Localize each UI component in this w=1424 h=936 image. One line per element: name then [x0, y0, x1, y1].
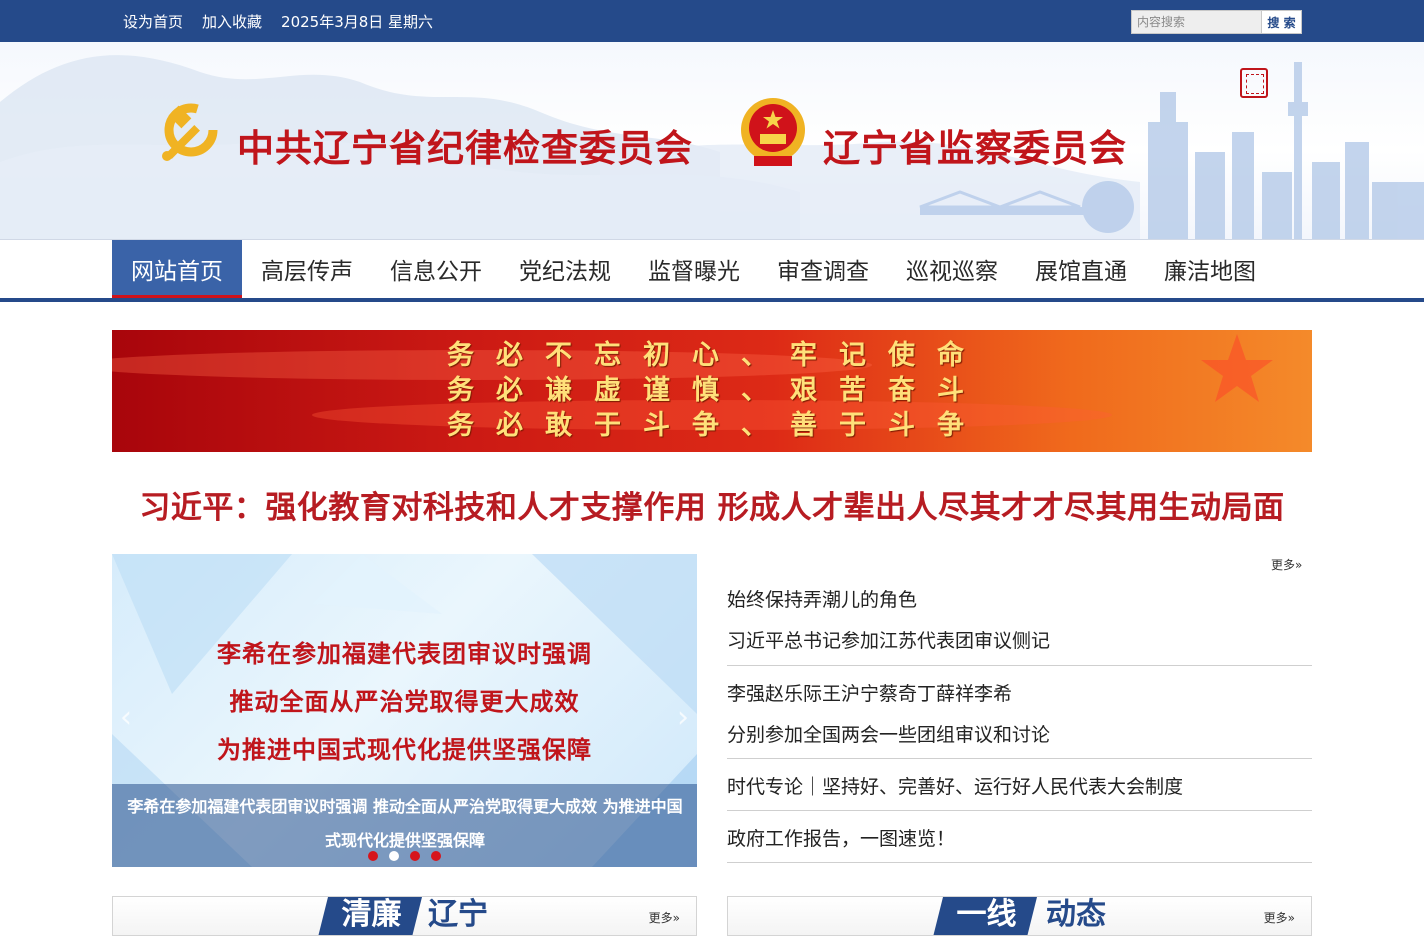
section-frontline-news: 一线 动态 更多»	[727, 896, 1312, 936]
section-tag: 一线	[933, 897, 1037, 935]
slogan-line-2: 务必谦虚谨慎、艰苦奋斗	[447, 375, 986, 406]
news-group: 李强赵乐际王沪宁蔡奇丁薛祥李希 分别参加全国两会一些团组审议和讨论	[727, 666, 1312, 759]
nav-item[interactable]: 党纪法规	[501, 240, 629, 298]
supervision-commission-title: 辽宁省监察委员会	[823, 126, 1127, 170]
news-group: 始终保持弄潮儿的角色 习近平总书记参加江苏代表团审议侧记	[727, 578, 1312, 666]
nav-item[interactable]: 廉洁地图	[1146, 240, 1274, 298]
national-emblem-icon	[741, 98, 805, 166]
top-links: 设为首页 加入收藏 2025年3月8日 星期六	[123, 0, 433, 42]
news-item[interactable]: 时代专论｜坚持好、完善好、运行好人民代表大会制度	[727, 765, 1312, 806]
section-qinglian-liaoning: 清廉 辽宁 更多»	[112, 896, 697, 936]
nav-item[interactable]: 巡视巡察	[888, 240, 1016, 298]
search-input[interactable]	[1131, 10, 1262, 34]
section-title: 辽宁	[428, 897, 488, 932]
news-item[interactable]: 始终保持弄潮儿的角色	[727, 578, 1312, 619]
section-tag: 清廉	[318, 897, 422, 935]
slide-caption[interactable]: 李希在参加福建代表团审议时强调 推动全面从严治党取得更大成效 为推进中国式现代化…	[120, 790, 690, 858]
news-item[interactable]: 习近平总书记参加江苏代表团审议侧记	[727, 619, 1312, 660]
carousel-dots	[368, 851, 441, 861]
news-item[interactable]: 分别参加全国两会一些团组审议和讨论	[727, 713, 1312, 754]
slide-line-2: 推动全面从严治党取得更大成效	[229, 687, 580, 716]
slide-line-3: 为推进中国式现代化提供坚强保障	[217, 735, 592, 764]
slogan-line-1: 务必不忘初心、牢记使命	[447, 340, 986, 371]
site-header: 中共辽宁省纪律检查委员会 辽宁省监察委员会	[0, 42, 1424, 240]
current-date: 2025年3月8日 星期六	[281, 12, 434, 31]
section-more-link[interactable]: 更多»	[1264, 909, 1295, 926]
carousel-next-icon[interactable]: ›	[677, 700, 689, 735]
carousel-prev-icon[interactable]: ‹	[120, 700, 132, 735]
carousel-dot[interactable]	[431, 851, 441, 861]
main-nav: 网站首页 高层传声 信息公开 党纪法规 监督曝光 审查调查 巡视巡察 展馆直通 廉洁地图	[0, 240, 1424, 302]
slide-headline: 李希在参加福建代表团审议时强调 推动全面从严治党取得更大成效 为推进中国式现代化…	[112, 630, 697, 774]
news-item[interactable]: 李强赵乐际王沪宁蔡奇丁薛祥李希	[727, 672, 1312, 713]
search-button[interactable]: 搜 索	[1262, 10, 1302, 34]
nav-item[interactable]: 高层传声	[243, 240, 371, 298]
section-more-link[interactable]: 更多»	[649, 909, 680, 926]
news-item[interactable]: 政府工作报告，一图速览！	[727, 817, 1312, 858]
party-emblem-icon	[162, 103, 218, 161]
add-favorite-link[interactable]: 加入收藏	[202, 11, 262, 32]
slogan-lines: 务必不忘初心、牢记使命 务必谦虚谨慎、艰苦奋斗 务必敢于斗争、善于斗争	[447, 338, 986, 443]
seal-stamp	[1240, 68, 1268, 98]
news-group: 政府工作报告，一图速览！	[727, 811, 1312, 863]
slide-line-1: 李希在参加福建代表团审议时强调	[217, 639, 592, 668]
search-box: 搜 索	[1131, 10, 1302, 34]
nav-item[interactable]: 监督曝光	[630, 240, 758, 298]
nav-item[interactable]: 审查调查	[759, 240, 887, 298]
headline-link[interactable]: 习近平：强化教育对科技和人才支撑作用 形成人才辈出人尽其才才尽其用生动局面	[112, 482, 1312, 527]
nav-list: 网站首页 高层传声 信息公开 党纪法规 监督曝光 审查调查 巡视巡察 展馆直通 廉洁地图	[112, 240, 1275, 298]
slogan-banner[interactable]: 务必不忘初心、牢记使命 务必谦虚谨慎、艰苦奋斗 务必敢于斗争、善于斗争	[112, 330, 1312, 452]
star-decoration-icon	[1201, 334, 1273, 402]
slogan-line-3: 务必敢于斗争、善于斗争	[447, 410, 986, 441]
carousel-dot[interactable]	[368, 851, 378, 861]
news-group: 时代专论｜坚持好、完善好、运行好人民代表大会制度	[727, 759, 1312, 811]
nav-item[interactable]: 网站首页	[112, 240, 242, 298]
party-committee-title: 中共辽宁省纪律检查委员会	[237, 126, 693, 170]
carousel-dot[interactable]	[410, 851, 420, 861]
nav-item[interactable]: 信息公开	[372, 240, 500, 298]
top-bar: 设为首页 加入收藏 2025年3月8日 星期六 搜 索	[0, 0, 1424, 42]
set-home-link[interactable]: 设为首页	[123, 11, 183, 32]
section-title: 动态	[1046, 897, 1106, 932]
news-more-link[interactable]: 更多»	[1271, 556, 1302, 573]
news-carousel[interactable]: 李希在参加福建代表团审议时强调 推动全面从严治党取得更大成效 为推进中国式现代化…	[112, 554, 697, 867]
carousel-dot[interactable]	[389, 851, 399, 861]
news-list: 始终保持弄潮儿的角色 习近平总书记参加江苏代表团审议侧记 李强赵乐际王沪宁蔡奇丁…	[727, 578, 1312, 863]
nav-item[interactable]: 展馆直通	[1017, 240, 1145, 298]
